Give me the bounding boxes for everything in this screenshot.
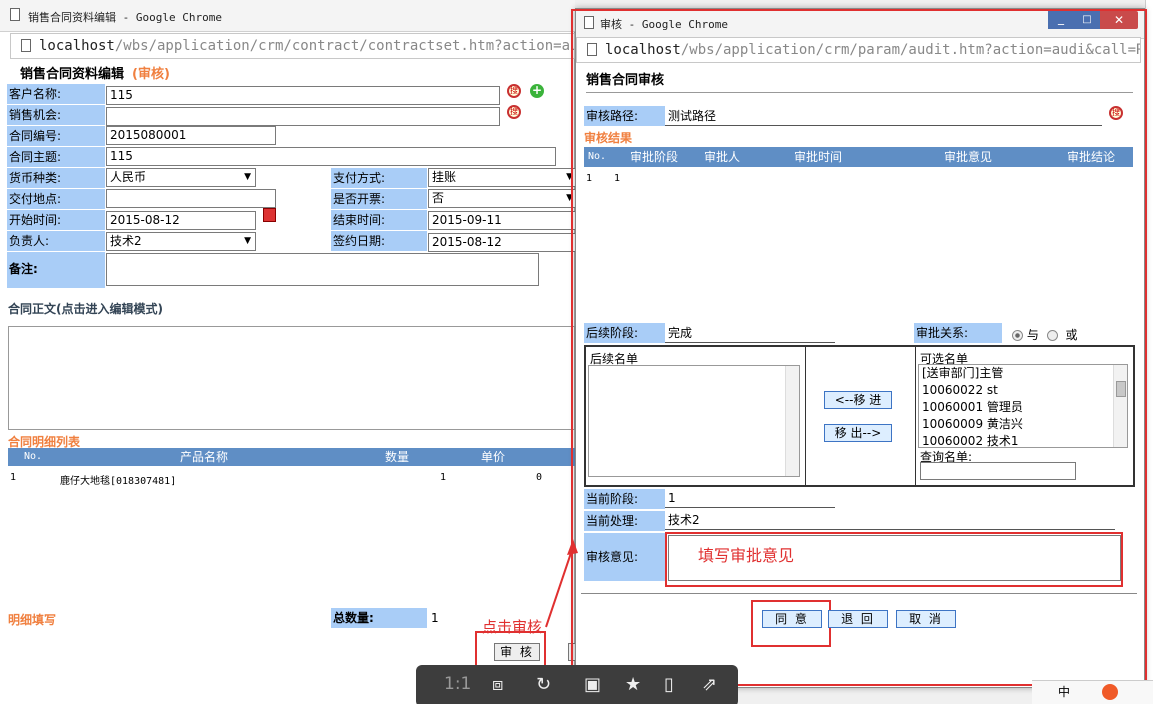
- subject-label: 合同主题:: [7, 147, 105, 167]
- remark-label: 备注:: [7, 252, 105, 288]
- share-icon[interactable]: ⇗: [702, 674, 717, 695]
- payment-select[interactable]: 挂账 ▼: [428, 168, 578, 187]
- delivery-input[interactable]: [106, 189, 276, 208]
- col-price: 单价: [481, 450, 506, 464]
- col-qty: 数量: [385, 450, 410, 464]
- table-row[interactable]: 1 鹿仔大地毯[018307481] 1 0: [8, 470, 575, 488]
- page-tag: (审核): [132, 67, 170, 82]
- ime-logo-icon: [1102, 684, 1118, 700]
- zoom-label[interactable]: 1:1: [444, 674, 471, 694]
- sign-label: 签约日期:: [331, 231, 427, 251]
- col-product: 产品名称: [180, 450, 229, 464]
- search-icon[interactable]: 搜: [507, 105, 521, 119]
- end-date-input[interactable]: 2015-09-11: [428, 211, 578, 230]
- image-viewer-toolbar: 1:1 ⧈ ↻ ▣ ★ ▯ ⇗: [416, 665, 738, 704]
- page-icon: [10, 8, 20, 21]
- customer-label: 客户名称:: [7, 84, 105, 104]
- dropdown-arrow-icon: ▼: [244, 172, 251, 182]
- audit-button[interactable]: 审 核: [494, 643, 540, 661]
- calendar-icon[interactable]: [263, 208, 276, 222]
- address-path: /wbs/application/crm/contract/contractse…: [114, 38, 575, 54]
- subject-input[interactable]: 115: [106, 147, 556, 166]
- add-icon[interactable]: +: [530, 84, 544, 98]
- contract-no-input[interactable]: 2015080001: [106, 126, 276, 145]
- delivery-label: 交付地点:: [7, 189, 105, 209]
- invoice-select[interactable]: 否 ▼: [428, 189, 578, 208]
- left-window: 销售合同资料编辑 - Google Chrome localhost/wbs/a…: [0, 0, 578, 704]
- col-no: No.: [24, 451, 43, 462]
- customer-input[interactable]: 115: [106, 86, 500, 105]
- left-window-title: 销售合同资料编辑 - Google Chrome: [28, 11, 222, 24]
- dropdown-arrow-icon: ▼: [244, 236, 251, 246]
- currency-label: 货币种类:: [7, 168, 105, 188]
- rotate-icon[interactable]: ↻: [536, 674, 551, 695]
- sign-date-input[interactable]: 2015-08-12: [428, 233, 578, 252]
- currency-select[interactable]: 人民币 ▼: [106, 168, 256, 187]
- left-titlebar: 销售合同资料编辑 - Google Chrome: [0, 0, 575, 32]
- contract-body-title: 合同正文(点击进入编辑模式): [8, 302, 163, 316]
- contract-body-editor[interactable]: [8, 326, 575, 430]
- owner-select[interactable]: 技术2 ▼: [106, 232, 256, 251]
- detail-table-header: No. 产品名称 数量 单价: [8, 448, 575, 466]
- payment-label: 支付方式:: [331, 168, 427, 188]
- annotation-arrow: [545, 539, 578, 628]
- owner-label: 负责人:: [7, 231, 105, 251]
- detail-fill-title: 明细填写: [8, 613, 57, 627]
- start-date-input[interactable]: 2015-08-12: [106, 211, 256, 230]
- total-qty-label: 总数量:: [331, 608, 427, 628]
- opportunity-label: 销售机会:: [7, 105, 105, 125]
- contract-no-label: 合同编号:: [7, 126, 105, 146]
- device-icon[interactable]: ▯: [664, 674, 674, 695]
- end-label: 结束时间:: [331, 210, 427, 230]
- right-window-highlight: [571, 9, 1147, 686]
- page-title: 销售合同资料编辑 (审核): [20, 67, 170, 82]
- favorite-icon[interactable]: ★: [625, 674, 641, 695]
- start-label: 开始时间:: [7, 210, 105, 230]
- fit-screen-icon[interactable]: ⧈: [492, 674, 503, 695]
- page-icon: [21, 39, 31, 52]
- remark-textarea[interactable]: [106, 253, 539, 286]
- total-qty-value: 1: [431, 611, 439, 625]
- ime-mode-label[interactable]: 中: [1058, 683, 1070, 700]
- search-icon[interactable]: 搜: [507, 84, 521, 98]
- left-address-bar[interactable]: localhost/wbs/application/crm/contract/c…: [10, 33, 575, 59]
- invoice-label: 是否开票:: [331, 189, 427, 209]
- save-icon[interactable]: ▣: [584, 674, 601, 695]
- opportunity-input[interactable]: [106, 107, 500, 126]
- address-domain: localhost: [39, 38, 115, 54]
- ime-tray: 中: [1032, 680, 1153, 704]
